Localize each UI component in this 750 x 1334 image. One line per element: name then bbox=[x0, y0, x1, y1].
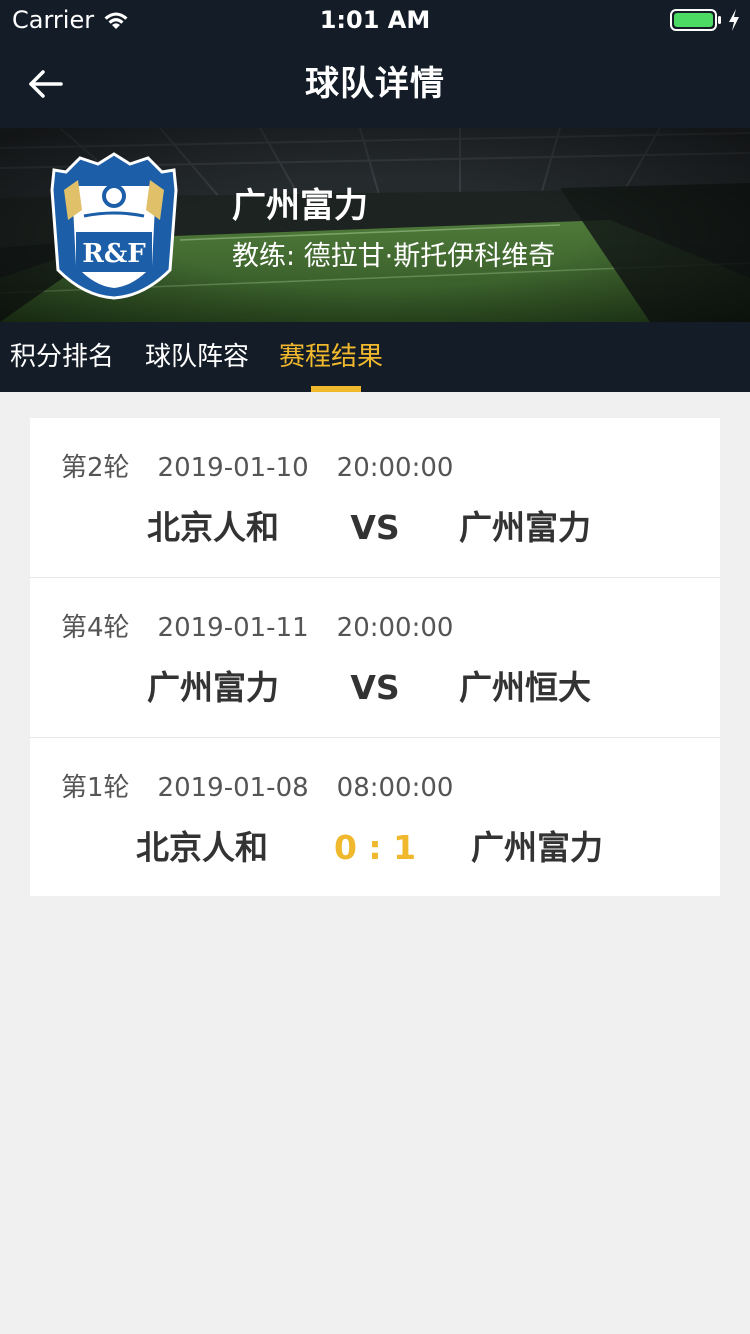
match-teams: 北京人和 0 : 1 广州富力 bbox=[30, 826, 720, 870]
match-list: 第2轮 2019-01-10 20:00:00 北京人和 VS 广州富力 第4轮 20… bbox=[30, 418, 720, 896]
active-tab-indicator bbox=[311, 386, 361, 392]
match-teams: 北京人和 VS 广州富力 bbox=[30, 506, 720, 550]
home-team: 北京人和 bbox=[147, 508, 279, 547]
match-time: 20:00:00 bbox=[336, 453, 454, 483]
battery-icon bbox=[670, 9, 721, 31]
team-header: R&F 广州富力 教练: 德拉甘·斯托伊科维奇 bbox=[0, 128, 750, 322]
match-vs: VS bbox=[350, 668, 400, 707]
home-team: 北京人和 bbox=[136, 828, 268, 867]
match-card[interactable]: 第1轮 2019-01-08 08:00:00 北京人和 0 : 1 广州富力 bbox=[30, 738, 720, 896]
nav-bar: 球队详情 bbox=[0, 40, 750, 128]
back-button[interactable] bbox=[20, 60, 72, 108]
match-time: 08:00:00 bbox=[336, 773, 454, 803]
screen: Carrier 1:01 AM 球队详情 R&F 广州富力 教练: 德拉甘·斯托… bbox=[0, 0, 750, 1334]
tab-standings[interactable]: 积分排名 bbox=[10, 322, 114, 392]
bolt-icon bbox=[729, 9, 739, 31]
match-score: 0 : 1 bbox=[333, 828, 417, 867]
match-vs: VS bbox=[350, 508, 400, 547]
match-round: 第2轮 bbox=[61, 453, 130, 483]
match-date: 2019-01-11 bbox=[157, 613, 309, 643]
match-date: 2019-01-10 bbox=[157, 453, 309, 483]
team-name: 广州富力 bbox=[232, 186, 368, 226]
page-title: 球队详情 bbox=[305, 64, 445, 104]
match-round: 第4轮 bbox=[61, 613, 130, 643]
home-team: 广州富力 bbox=[147, 668, 279, 707]
match-date: 2019-01-08 bbox=[157, 773, 309, 803]
team-logo-text: R&F bbox=[82, 239, 146, 269]
status-bar: Carrier 1:01 AM bbox=[0, 0, 750, 40]
tab-bar: 积分排名 球队阵容 赛程结果 bbox=[0, 322, 750, 392]
tab-roster[interactable]: 球队阵容 bbox=[145, 322, 249, 392]
match-teams: 广州富力 VS 广州恒大 bbox=[30, 666, 720, 710]
match-card[interactable]: 第4轮 2019-01-11 20:00:00 广州富力 VS 广州恒大 bbox=[30, 578, 720, 738]
match-meta: 第2轮 2019-01-10 20:00:00 bbox=[61, 452, 453, 484]
match-time: 20:00:00 bbox=[336, 613, 454, 643]
away-team: 广州恒大 bbox=[459, 668, 591, 707]
match-meta: 第1轮 2019-01-08 08:00:00 bbox=[61, 772, 453, 804]
away-team: 广州富力 bbox=[471, 828, 603, 867]
status-time: 1:01 AM bbox=[319, 6, 431, 34]
arrow-left-icon bbox=[29, 70, 63, 98]
match-meta: 第4轮 2019-01-11 20:00:00 bbox=[61, 612, 453, 644]
tab-schedule-results[interactable]: 赛程结果 bbox=[279, 322, 383, 392]
match-round: 第1轮 bbox=[61, 773, 130, 803]
coach-label: 教练: 德拉甘·斯托伊科维奇 bbox=[232, 241, 556, 272]
away-team: 广州富力 bbox=[459, 508, 591, 547]
team-logo-icon: R&F bbox=[50, 152, 178, 300]
match-card[interactable]: 第2轮 2019-01-10 20:00:00 北京人和 VS 广州富力 bbox=[30, 418, 720, 578]
